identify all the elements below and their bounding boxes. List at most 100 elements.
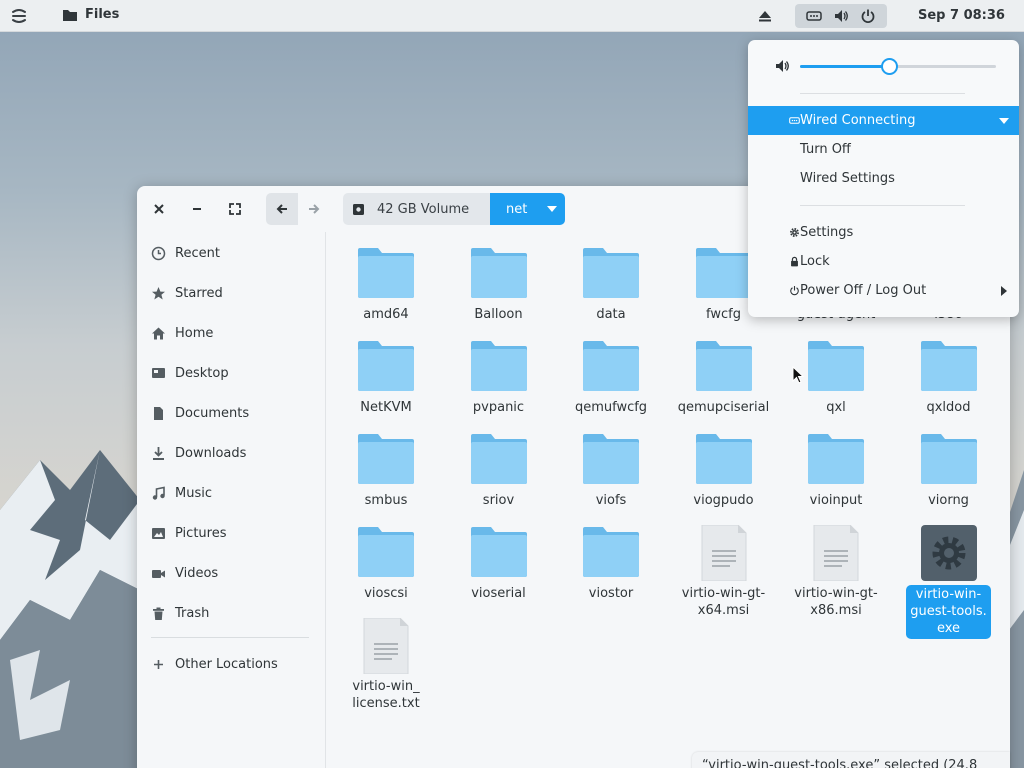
sidebar-item-videos[interactable]: Videos — [151, 561, 218, 585]
file-name: smbus — [364, 493, 408, 508]
power-icon — [861, 9, 875, 23]
folder-icon — [469, 432, 529, 488]
picture-icon — [152, 527, 165, 539]
forward-button[interactable] — [298, 193, 330, 225]
file-item[interactable]: virtio-win-gt-x64.msi — [668, 524, 780, 619]
folder-item[interactable]: NetKVM — [330, 339, 442, 416]
folder-icon — [806, 432, 866, 488]
chevron-down-icon — [547, 206, 558, 212]
folder-icon — [356, 339, 416, 395]
folder-item[interactable]: pvpanic — [443, 339, 555, 416]
sidebar-item-label: Home — [175, 325, 214, 341]
sidebar-item-other-locations[interactable]: Other Locations — [151, 652, 278, 676]
sidebar-item-desktop[interactable]: Desktop — [151, 361, 229, 385]
volume-icon — [834, 10, 848, 22]
sidebar-item-recent[interactable]: Recent — [151, 241, 220, 265]
sidebar-item-pictures[interactable]: Pictures — [151, 521, 226, 545]
folder-item[interactable]: vioinput — [780, 432, 892, 509]
sidebar-item-label: Recent — [175, 245, 220, 261]
volume-icon — [776, 60, 789, 72]
power-item[interactable]: Power Off / Log Out — [748, 276, 1019, 305]
file-name: vioserial — [471, 586, 526, 601]
folder-item[interactable]: viostor — [555, 525, 667, 602]
path-volume-button[interactable]: 42 GB Volume — [343, 193, 490, 225]
home-icon — [152, 327, 165, 339]
folder-item[interactable]: data — [555, 246, 667, 323]
path-current-button[interactable]: net — [490, 193, 565, 225]
folder-item[interactable]: viofs — [555, 432, 667, 509]
arrow-right-icon — [309, 204, 320, 214]
selection-status: “virtio-win-guest-tools.exe” selected (2… — [692, 752, 1010, 768]
folder-item[interactable]: qemufwcfg — [555, 339, 667, 416]
file-item[interactable]: virtio-win-gt-x86.msi — [780, 524, 892, 619]
sidebar-item-starred[interactable]: Starred — [151, 281, 223, 305]
file-name: qemupciserial — [677, 400, 770, 415]
sidebar-item-label: Desktop — [175, 365, 229, 381]
folder-icon — [581, 525, 641, 581]
sidebar-separator — [151, 637, 309, 638]
lock-label: Lock — [800, 254, 830, 269]
sidebar-item-documents[interactable]: Documents — [151, 401, 249, 425]
arrow-left-icon — [276, 204, 287, 214]
file-name: Balloon — [474, 307, 523, 322]
text-file-icon — [356, 617, 416, 675]
folder-icon — [356, 432, 416, 488]
folder-icon — [694, 339, 754, 395]
settings-item[interactable]: Settings — [748, 218, 1019, 247]
app-name: Files — [85, 7, 120, 22]
drive-icon — [353, 203, 364, 215]
folder-item[interactable]: qxldod — [893, 339, 1005, 416]
close-icon — [154, 204, 164, 214]
eject-icon[interactable] — [758, 9, 772, 23]
sidebar-item-music[interactable]: Music — [151, 481, 212, 505]
sidebar-item-downloads[interactable]: Downloads — [151, 441, 246, 465]
folder-item[interactable]: viogpudo — [668, 432, 780, 509]
sidebar-item-home[interactable]: Home — [151, 321, 213, 345]
folder-item[interactable]: vioserial — [443, 525, 555, 602]
music-icon — [152, 486, 165, 500]
folder-item[interactable]: smbus — [330, 432, 442, 509]
system-tray[interactable] — [795, 4, 887, 28]
folder-item[interactable]: qemupciserial — [668, 339, 780, 416]
file-name: virtio-win-gt-x64.msi — [681, 586, 766, 618]
video-icon — [152, 569, 165, 578]
folder-item[interactable]: vioscsi — [330, 525, 442, 602]
volume-slider-knob[interactable] — [881, 58, 899, 75]
lock-item[interactable]: Lock — [748, 247, 1019, 276]
file-name: viofs — [595, 493, 627, 508]
active-app-menu[interactable]: Files — [62, 7, 119, 22]
file-name: viorng — [928, 493, 969, 508]
folder-item[interactable]: amd64 — [330, 246, 442, 323]
file-item[interactable]: virtio-win_ license.txt — [330, 617, 442, 712]
network-wired-item[interactable]: Wired Connecting — [748, 106, 1019, 135]
folder-icon — [806, 339, 866, 395]
folder-item[interactable]: sriov — [443, 432, 555, 509]
settings-label: Settings — [800, 225, 854, 240]
back-button[interactable] — [266, 193, 298, 225]
clock[interactable]: Sep 7 08:36 — [918, 8, 1005, 23]
distro-logo-icon[interactable] — [10, 7, 28, 25]
top-panel: Files Sep 7 08:36 — [0, 0, 1024, 32]
power-icon — [790, 286, 799, 296]
path-bar: 42 GB Volume net — [343, 193, 565, 225]
network-wired-icon — [789, 117, 800, 124]
folder-icon — [919, 339, 979, 395]
volume-slider[interactable] — [800, 58, 996, 75]
sidebar-item-label: Other Locations — [175, 656, 278, 672]
sidebar-item-trash[interactable]: Trash — [151, 601, 209, 625]
folder-icon — [63, 9, 77, 21]
chevron-right-icon — [1001, 285, 1007, 296]
minimize-button[interactable] — [183, 195, 211, 223]
maximize-button[interactable] — [221, 195, 249, 223]
folder-item[interactable]: Balloon — [443, 246, 555, 323]
close-button[interactable] — [145, 195, 173, 223]
path-volume-label: 42 GB Volume — [377, 201, 470, 217]
folder-item[interactable]: viorng — [893, 432, 1005, 509]
folder-icon — [694, 246, 754, 302]
turn-off-label: Turn Off — [800, 142, 851, 157]
wired-settings-item[interactable]: Wired Settings — [748, 164, 1019, 193]
sidebar-item-label: Downloads — [175, 445, 247, 461]
turn-off-item[interactable]: Turn Off — [748, 135, 1019, 164]
text-file-icon — [694, 524, 754, 582]
file-item[interactable]: virtio-win-guest-tools. exe — [893, 525, 1005, 639]
